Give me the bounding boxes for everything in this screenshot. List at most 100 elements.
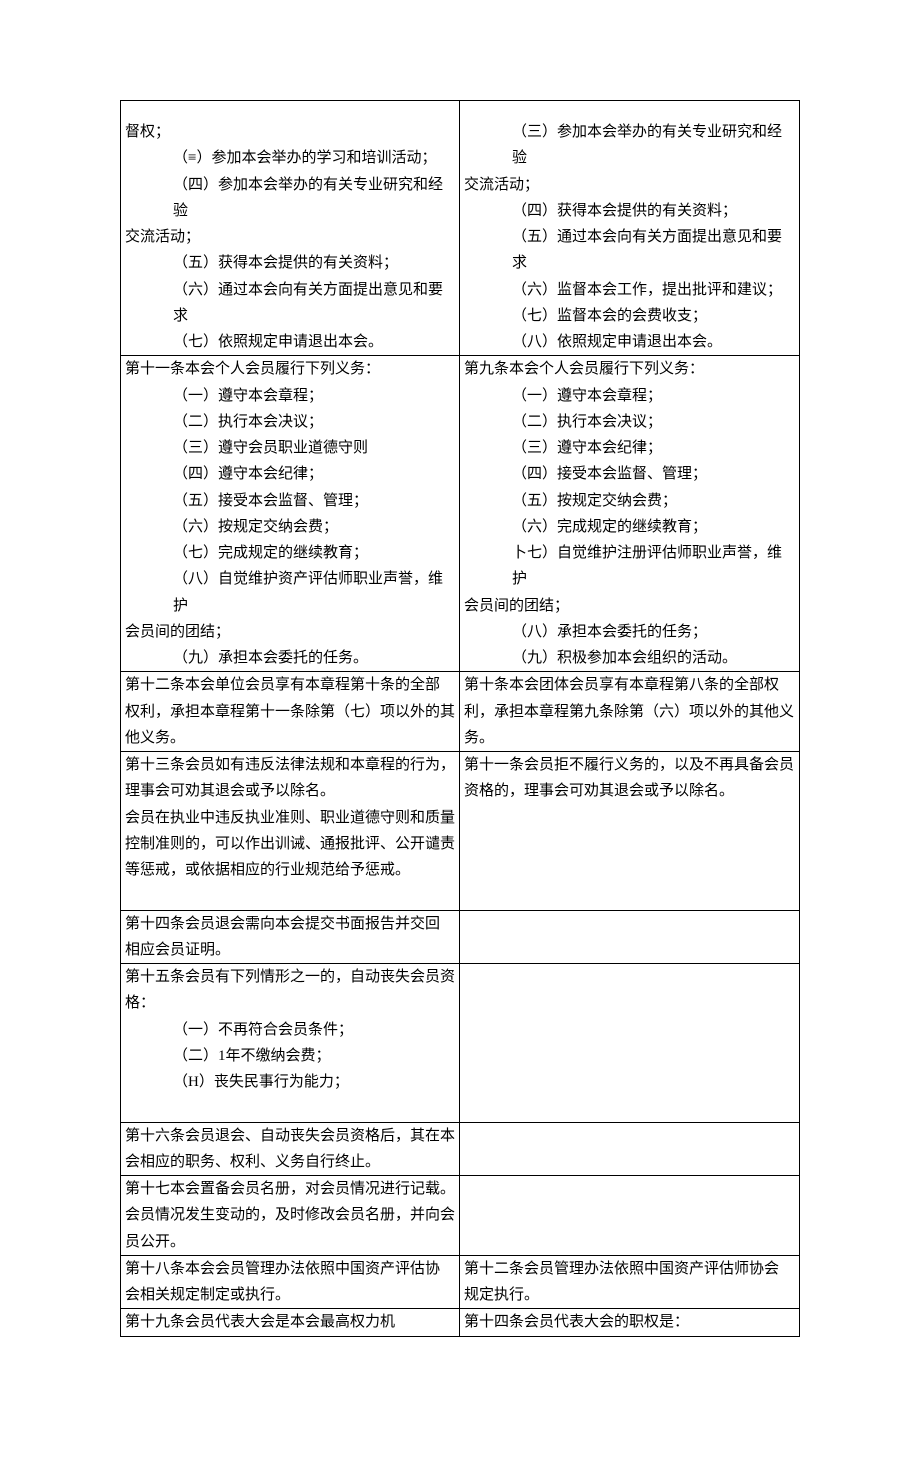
table-row: 第十一条本会个人会员履行下列义务：（一）遵守本会章程；（二）执行本会决议；（三）… [121, 356, 799, 672]
text-line: 员公开。 [125, 1229, 455, 1255]
text-line: 第十九条会员代表大会是本会最高权力机 [125, 1309, 455, 1335]
text-line: （四）获得本会提供的有关资料； [464, 198, 795, 224]
left-cell: 第十三条会员如有违反法律法规和本章程的行为，理事会可劝其退会或予以除名。会员在执… [121, 752, 460, 910]
left-cell: 第十六条会员退会、自动丧失会员资格后，其在本会相应的职务、权利、义务自行终止。 [121, 1123, 460, 1176]
text-line: （六）按规定交纳会费； [125, 514, 455, 540]
left-cell: 第十一条本会个人会员履行下列义务：（一）遵守本会章程；（二）执行本会决议；（三）… [121, 356, 460, 671]
text-line: 卜七）自觉维护注册评估师职业声誉，维护 [464, 540, 795, 593]
left-cell: 第十八条本会会员管理办法依照中国资产评估协会相关规定制定或执行。 [121, 1256, 460, 1309]
text-line: （七）完成规定的继续教育； [125, 540, 455, 566]
text-line: （五）接受本会监督、管理； [125, 488, 455, 514]
right-cell: 第十二条会员管理办法依照中国资产评估师协会规定执行。 [460, 1256, 799, 1309]
table-row: 第十六条会员退会、自动丧失会员资格后，其在本会相应的职务、权利、义务自行终止。 [121, 1123, 799, 1177]
text-line: 第十一条本会个人会员履行下列义务： [125, 356, 455, 382]
text-line: 会员在执业中违反执业准则、职业道德守则和质量 [125, 805, 455, 831]
text-line: 务。 [464, 725, 795, 751]
table-row: 第十五条会员有下列情形之一的，自动丧失会员资格：（一）不再符合会员条件；（二）1… [121, 964, 799, 1123]
text-line: 第十五条会员有下列情形之一的，自动丧失会员资 [125, 964, 455, 990]
right-cell: 第十四条会员代表大会的职权是： [460, 1309, 799, 1335]
text-line: 第十八条本会会员管理办法依照中国资产评估协 [125, 1256, 455, 1282]
text-line: 第十四条会员退会需向本会提交书面报告并交回 [125, 911, 455, 937]
text-line: （四）接受本会监督、管理； [464, 461, 795, 487]
text-line: （九）承担本会委托的任务。 [125, 645, 455, 671]
text-line: 第十三条会员如有违反法律法规和本章程的行为， [125, 752, 455, 778]
text-line: 督权； [125, 101, 455, 145]
text-line: （二）1年不缴纳会费； [125, 1043, 455, 1069]
text-line: 会员间的团结； [125, 619, 455, 645]
text-line: （八）依照规定申请退出本会。 [464, 329, 795, 355]
text-line: 权利，承担本章程第十一条除第（七）项以外的其 [125, 699, 455, 725]
right-cell [460, 1123, 799, 1176]
text-line: （三）遵守会员职业道德守则 [125, 435, 455, 461]
text-line: 第九条本会个人会员履行下列义务： [464, 356, 795, 382]
text-line: （一）遵守本会章程； [125, 383, 455, 409]
left-cell: 第十二条本会单位会员享有本章程第十条的全部权利，承担本章程第十一条除第（七）项以… [121, 672, 460, 751]
text-line [125, 883, 455, 909]
text-line: （七）依照规定申请退出本会。 [125, 329, 455, 355]
text-line: 交流活动； [464, 172, 795, 198]
text-line: （三）遵守本会纪律； [464, 435, 795, 461]
right-cell [460, 1176, 799, 1255]
text-line: （一）遵守本会章程； [464, 383, 795, 409]
text-line: 第十二条本会单位会员享有本章程第十条的全部 [125, 672, 455, 698]
text-line: （四）遵守本会纪律； [125, 461, 455, 487]
left-cell: 第十四条会员退会需向本会提交书面报告并交回相应会员证明。 [121, 911, 460, 964]
text-line: 交流活动； [125, 224, 455, 250]
text-line: 第十六条会员退会、自动丧失会员资格后，其在本 [125, 1123, 455, 1149]
text-line: （九）积极参加本会组织的活动。 [464, 645, 795, 671]
table-row: 第十四条会员退会需向本会提交书面报告并交回相应会员证明。 [121, 911, 799, 965]
right-cell [460, 964, 799, 1122]
text-line: （五）获得本会提供的有关资料； [125, 250, 455, 276]
table-row: 第十九条会员代表大会是本会最高权力机第十四条会员代表大会的职权是： [121, 1309, 799, 1335]
text-line: （八）承担本会委托的任务； [464, 619, 795, 645]
text-line: 第十七本会置备会员名册，对会员情况进行记载。 [125, 1176, 455, 1202]
text-line: （五）通过本会向有关方面提出意见和要求 [464, 224, 795, 277]
text-line: （一）不再符合会员条件； [125, 1017, 455, 1043]
text-line: 规定执行。 [464, 1282, 795, 1308]
text-line: 相应会员证明。 [125, 937, 455, 963]
text-line: （六）通过本会向有关方面提出意见和要求 [125, 277, 455, 330]
text-line: （二）执行本会决议； [464, 409, 795, 435]
left-cell: 第十九条会员代表大会是本会最高权力机 [121, 1309, 460, 1335]
text-line: 会相关规定制定或执行。 [125, 1282, 455, 1308]
text-line: 第十一条会员拒不履行义务的，以及不再具备会员 [464, 752, 795, 778]
text-line: 利，承担本章程第九条除第（六）项以外的其他义 [464, 699, 795, 725]
text-line: 会相应的职务、权利、义务自行终止。 [125, 1149, 455, 1175]
text-line: 会员间的团结； [464, 593, 795, 619]
text-line: 第十条本会团体会员享有本章程第八条的全部权 [464, 672, 795, 698]
right-cell [460, 911, 799, 964]
right-cell: 第九条本会个人会员履行下列义务：（一）遵守本会章程；（二）执行本会决议；（三）遵… [460, 356, 799, 671]
right-cell: （三）参加本会举办的有关专业研究和经验交流活动；（四）获得本会提供的有关资料；（… [460, 101, 799, 355]
text-line: 等惩戒，或依据相应的行业规范给予惩戒。 [125, 857, 455, 883]
left-cell: 第十七本会置备会员名册，对会员情况进行记载。会员情况发生变动的，及时修改会员名册… [121, 1176, 460, 1255]
text-line: （八）自觉维护资产评估师职业声誉，维护 [125, 566, 455, 619]
text-line: （≡）参加本会举办的学习和培训活动； [125, 145, 455, 171]
table-row: 第十三条会员如有违反法律法规和本章程的行为，理事会可劝其退会或予以除名。会员在执… [121, 752, 799, 911]
text-line: 理事会可劝其退会或予以除名。 [125, 778, 455, 804]
table-row: 第十七本会置备会员名册，对会员情况进行记载。会员情况发生变动的，及时修改会员名册… [121, 1176, 799, 1256]
text-line: （七）监督本会的会费收支； [464, 303, 795, 329]
text-line: （二）执行本会决议； [125, 409, 455, 435]
text-line: （四）参加本会举办的有关专业研究和经验 [125, 172, 455, 225]
text-line: 会员情况发生变动的，及时修改会员名册，并向会 [125, 1202, 455, 1228]
text-line: （六）监督本会工作，提出批评和建议； [464, 277, 795, 303]
table-row: 督权；（≡）参加本会举办的学习和培训活动；（四）参加本会举办的有关专业研究和经验… [121, 101, 799, 356]
text-line: （H）丧失民事行为能力； [125, 1069, 455, 1095]
table-row: 第十二条本会单位会员享有本章程第十条的全部权利，承担本章程第十一条除第（七）项以… [121, 672, 799, 752]
text-line: （五）按规定交纳会费； [464, 488, 795, 514]
table-row: 第十八条本会会员管理办法依照中国资产评估协会相关规定制定或执行。第十二条会员管理… [121, 1256, 799, 1310]
text-line: （六）完成规定的继续教育； [464, 514, 795, 540]
left-cell: 第十五条会员有下列情形之一的，自动丧失会员资格：（一）不再符合会员条件；（二）1… [121, 964, 460, 1122]
text-line: 控制准则的，可以作出训诫、通报批评、公开谴责 [125, 831, 455, 857]
right-cell: 第十一条会员拒不履行义务的，以及不再具备会员资格的，理事会可劝其退会或予以除名。 [460, 752, 799, 910]
comparison-table: 督权；（≡）参加本会举办的学习和培训活动；（四）参加本会举办的有关专业研究和经验… [120, 100, 800, 1337]
text-line: 他义务。 [125, 725, 455, 751]
text-line: 第十二条会员管理办法依照中国资产评估师协会 [464, 1256, 795, 1282]
text-line: （三）参加本会举办的有关专业研究和经验 [464, 101, 795, 172]
text-line: 格： [125, 990, 455, 1016]
text-line: 资格的，理事会可劝其退会或予以除名。 [464, 778, 795, 804]
right-cell: 第十条本会团体会员享有本章程第八条的全部权利，承担本章程第九条除第（六）项以外的… [460, 672, 799, 751]
text-line: 第十四条会员代表大会的职权是： [464, 1309, 795, 1335]
text-line [125, 1095, 455, 1121]
left-cell: 督权；（≡）参加本会举办的学习和培训活动；（四）参加本会举办的有关专业研究和经验… [121, 101, 460, 355]
